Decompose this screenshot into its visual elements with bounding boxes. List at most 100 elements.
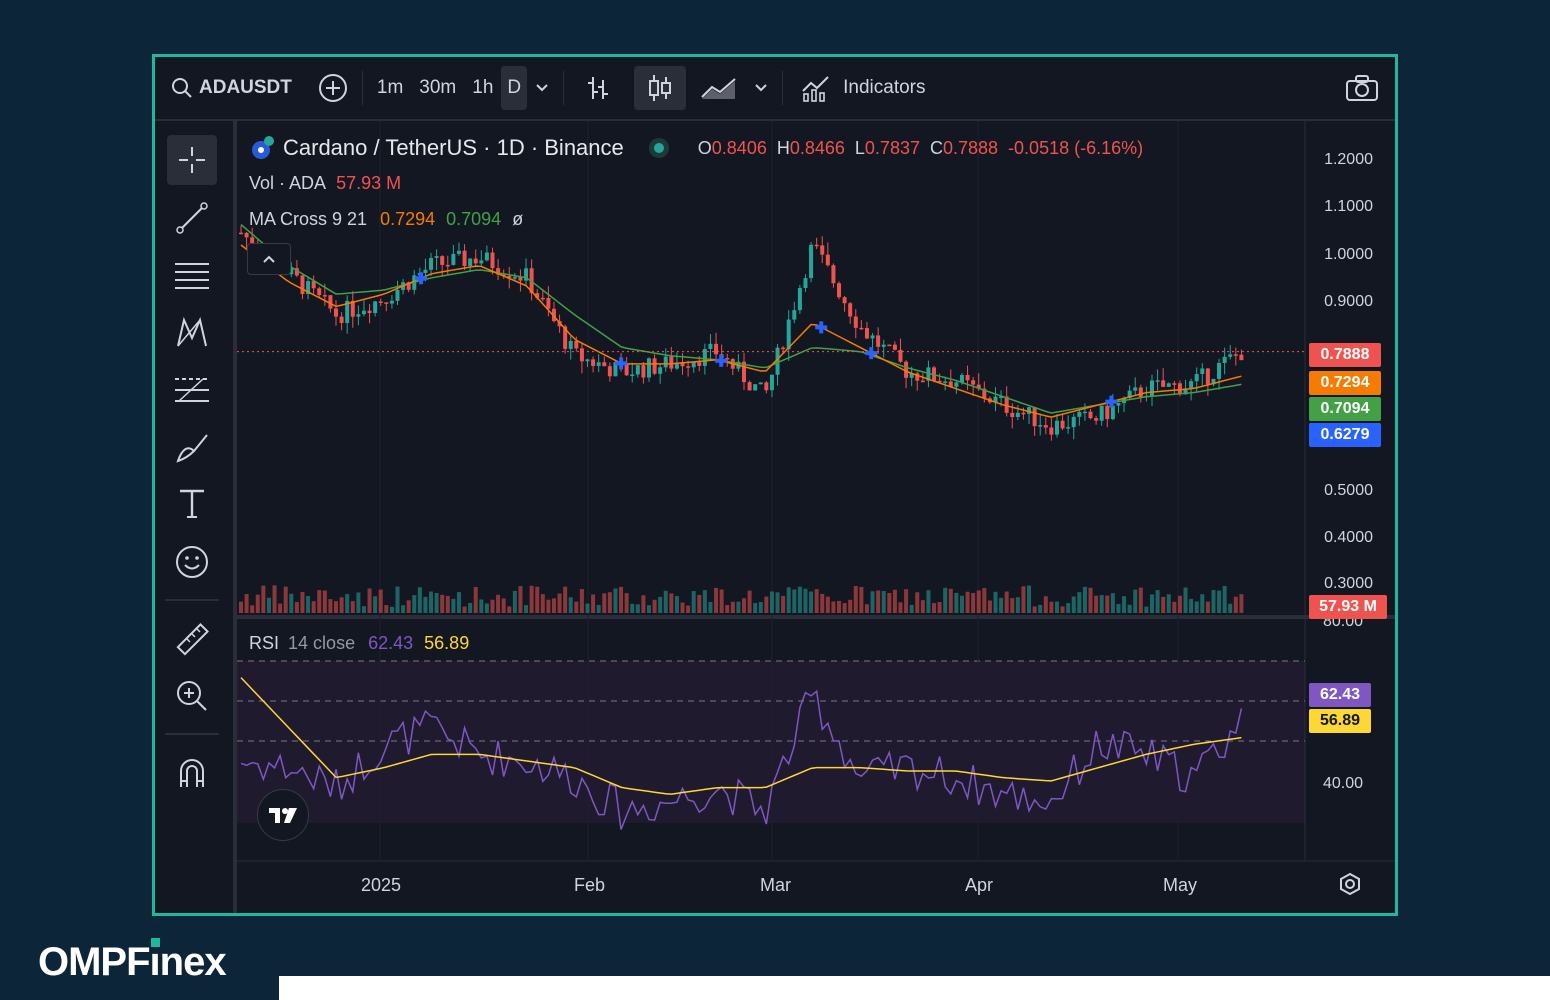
zoom-in-icon: [177, 681, 207, 711]
interval-1m[interactable]: 1m: [369, 66, 411, 110]
volume-bar: [959, 595, 964, 613]
chevron-down-icon: [755, 84, 767, 92]
symbol-search[interactable]: ADAUSDT: [163, 66, 300, 110]
rsi-legend[interactable]: RSI 14 close 62.43 56.89: [249, 633, 469, 654]
indicators-button[interactable]: Indicators: [793, 66, 933, 110]
volume-bar: [266, 597, 271, 613]
volume-bar: [1021, 586, 1026, 613]
ma-fast-value: 0.7294: [380, 209, 436, 229]
chart-settings-button[interactable]: [1335, 869, 1365, 899]
candle-body: [445, 264, 450, 267]
volume-bar: [1071, 596, 1076, 613]
candle-body: [658, 367, 663, 374]
candle-body: [440, 256, 445, 265]
volume-bar: [870, 591, 875, 613]
candle-body: [568, 340, 573, 349]
volume-bar: [596, 604, 601, 613]
search-icon: [172, 78, 192, 98]
interval-d[interactable]: D: [501, 66, 528, 110]
volume-bar: [1183, 587, 1188, 613]
horizontal-lines-tool[interactable]: [167, 251, 217, 301]
volume-bar: [848, 599, 853, 613]
volume-bar: [898, 602, 903, 613]
snapshot-button[interactable]: [1337, 66, 1387, 110]
volume-bar: [535, 586, 540, 613]
magnet-tool[interactable]: [167, 749, 217, 799]
candle-body: [1155, 380, 1160, 382]
trend-line-tool[interactable]: [167, 193, 217, 243]
volume-value: 57.93 M: [336, 173, 402, 193]
volume-bar: [1133, 589, 1138, 613]
volume-bar: [758, 602, 763, 613]
volume-bar: [1066, 603, 1071, 613]
chart-area[interactable]: Cardano / TetherUS · 1D · Binance O 0.84…: [237, 121, 1395, 913]
area-style-button[interactable]: [692, 66, 746, 110]
candle-body: [378, 301, 383, 303]
rsi-tag: 62.43: [1309, 683, 1371, 707]
candle-body: [479, 260, 484, 264]
chart-window: ADAUSDT 1m 30m 1h D Indicators Cardano /…: [152, 54, 1398, 916]
candle-body: [853, 316, 858, 328]
candle-body: [714, 343, 719, 355]
interval-1h[interactable]: 1h: [464, 66, 501, 110]
bars-icon: [588, 77, 609, 99]
price-chart[interactable]: [237, 121, 1395, 913]
interval-dropdown[interactable]: [527, 66, 557, 110]
candle-body: [484, 252, 489, 261]
volume-bar: [451, 598, 456, 613]
candles-style-button[interactable]: [634, 66, 687, 110]
ruler-tool[interactable]: [167, 615, 217, 665]
candle-body: [395, 289, 400, 301]
candle-body: [1021, 412, 1026, 415]
interval-30m[interactable]: 30m: [411, 66, 464, 110]
volume-legend[interactable]: Vol · ADA 57.93 M: [249, 173, 401, 194]
candle-body: [384, 302, 389, 304]
candle-body: [1161, 380, 1166, 387]
volume-bar: [1054, 601, 1059, 613]
volume-bar: [613, 588, 618, 613]
volume-bar: [652, 599, 657, 613]
volume-label: Vol · ADA: [249, 173, 326, 193]
pattern-tool[interactable]: [167, 307, 217, 357]
projection-tool[interactable]: [167, 365, 217, 415]
collapse-legend-button[interactable]: [247, 243, 291, 275]
candle-body: [708, 343, 713, 349]
volume-bar: [641, 595, 646, 613]
text-tool[interactable]: [167, 479, 217, 529]
volume-bar: [1049, 601, 1054, 613]
volume-bar: [646, 605, 651, 613]
bars-style-button[interactable]: [570, 66, 626, 110]
candle-body: [691, 362, 696, 368]
candle-body: [1071, 416, 1076, 428]
candle-body: [792, 310, 797, 320]
candle-body: [797, 287, 802, 311]
chart-type-dropdown[interactable]: [746, 66, 776, 110]
volume-bar: [876, 590, 881, 613]
candle-body: [607, 366, 612, 377]
volume-bar: [747, 590, 752, 613]
candle-body: [1105, 405, 1110, 420]
volume-bar: [524, 605, 529, 613]
volume-bar: [367, 588, 372, 613]
volume-bar: [306, 596, 311, 613]
candle-body: [1200, 368, 1205, 375]
symbol-name: ADAUSDT: [199, 77, 292, 98]
zoom-tool[interactable]: [167, 671, 217, 721]
candle-body: [423, 269, 428, 273]
volume-tag: 57.93 M: [1309, 595, 1387, 619]
compare-button[interactable]: [310, 66, 356, 110]
volume-bar: [395, 586, 400, 613]
rsi-ma-value: 56.89: [424, 633, 470, 653]
candle-body: [837, 283, 842, 298]
candle-body: [1194, 374, 1199, 382]
brush-tool[interactable]: [167, 423, 217, 473]
volume-bar: [971, 592, 976, 613]
time-axis-label: Feb: [574, 875, 606, 895]
emoji-tool[interactable]: [167, 537, 217, 587]
volume-bar: [786, 587, 791, 613]
volume-bar: [1228, 603, 1233, 613]
tradingview-logo[interactable]: [257, 789, 309, 841]
price-axis-label: 1.0000: [1324, 246, 1373, 263]
ma-cross-legend[interactable]: MA Cross 9 21 0.7294 0.7094 ø: [249, 209, 523, 230]
crosshair-tool[interactable]: [167, 135, 217, 185]
